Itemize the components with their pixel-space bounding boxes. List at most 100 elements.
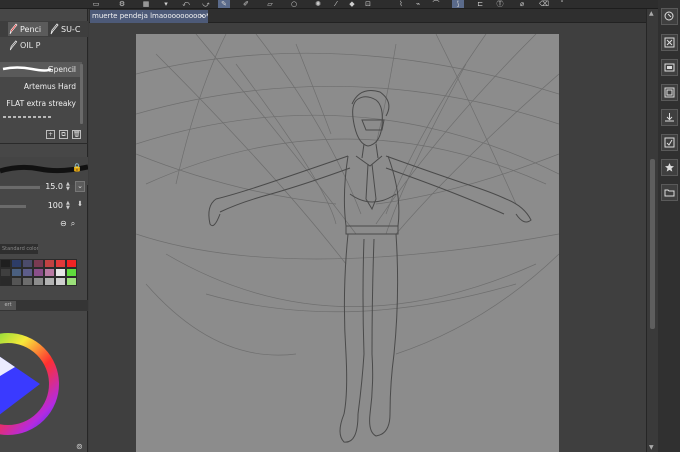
color-swatch[interactable] (44, 268, 55, 277)
eraser-icon[interactable]: ▱ (264, 0, 276, 8)
color-swatch[interactable] (0, 268, 11, 277)
sub-tool-group-label: OIL P (20, 40, 41, 50)
brush-label: Artemus Hard (23, 82, 76, 91)
blend-icon[interactable]: ⌀ (516, 0, 528, 8)
opacity-slider[interactable] (0, 205, 26, 208)
color-wheel[interactable] (0, 312, 88, 452)
opacity-row: 100 ▲ ▼ ⬇ (0, 200, 88, 213)
navigator-icon[interactable] (661, 8, 678, 25)
tab-su[interactable]: SU-C (49, 22, 87, 36)
brush-size-value[interactable]: 15.0 (45, 182, 63, 191)
drawing-canvas[interactable] (136, 34, 559, 452)
brush-label: FLAT extra streaky (6, 99, 76, 108)
color-swatch[interactable] (66, 277, 77, 286)
scroll-down-icon[interactable]: ▼ (649, 444, 654, 451)
opacity-spinner[interactable]: ▲ ▼ (66, 201, 72, 211)
close-icon[interactable]: × (199, 10, 205, 23)
select-icon[interactable]: ⌁ (412, 0, 424, 8)
brush-item-partial[interactable] (0, 113, 82, 121)
folder-icon[interactable] (661, 184, 678, 201)
layer-property-icon[interactable] (661, 59, 678, 76)
sub-tool-tabs: Penci SU-C (0, 21, 88, 37)
document-tab-title: muerte pendeja lmaoooooooooo* (92, 12, 208, 20)
lock-icon[interactable]: 🔒 (72, 163, 82, 172)
color-swatch[interactable] (66, 268, 77, 277)
sketch-drawing (136, 34, 559, 443)
transform-icon[interactable]: ⌒ (430, 0, 442, 8)
brush-size-spinner[interactable]: ▲ ▼ (66, 182, 72, 192)
brush-size-slider[interactable] (0, 186, 40, 189)
saturation-triangle (0, 356, 40, 415)
brush-mode-icon[interactable]: ✐ (240, 0, 252, 8)
search-icon[interactable]: ⌕ (71, 219, 75, 231)
chevron-down-icon[interactable]: ˅ (556, 0, 568, 8)
settings-icon[interactable]: ⚙ (116, 0, 128, 8)
document-tab-strip: muerte pendeja lmaoooooooooo* × (89, 9, 646, 23)
tab-pencil[interactable]: Penci (8, 22, 48, 36)
circle-tool-icon[interactable]: ○ (288, 0, 300, 8)
text-icon[interactable]: Ⓣ (494, 0, 506, 8)
color-swatch[interactable] (11, 259, 22, 268)
color-swatch[interactable] (55, 277, 66, 286)
scroll-thumb[interactable] (650, 159, 655, 329)
fill-icon[interactable]: ◆ (346, 0, 358, 8)
frame-icon[interactable]: ⊡ (362, 0, 374, 8)
grid-icon[interactable]: ▦ (140, 0, 152, 8)
brush-item-gpencil[interactable]: Gpencil (0, 62, 82, 77)
reset-icon[interactable]: ⊖ (60, 219, 67, 231)
eraser-alt-icon[interactable]: ⌫ (538, 0, 550, 8)
material-icon[interactable] (661, 134, 678, 151)
size-dropdown-button[interactable]: ⌄ (75, 181, 85, 192)
lasso-icon[interactable]: ⌇ (395, 0, 407, 8)
pen-tool-icon (50, 23, 59, 35)
dropdown-icon[interactable]: ▾ (160, 0, 172, 8)
color-swatch[interactable] (22, 277, 33, 286)
color-swatch[interactable] (55, 259, 66, 268)
redo-icon[interactable]: ⤻ (200, 0, 212, 8)
color-swatch[interactable] (11, 277, 22, 286)
canvas-area[interactable] (89, 23, 646, 452)
brush-item-flat[interactable]: FLAT extra streaky (0, 96, 82, 111)
opacity-value[interactable]: 100 (48, 201, 63, 210)
loading-icon[interactable]: ✺ (312, 0, 324, 8)
line-icon[interactable]: ⁄ (330, 0, 342, 8)
scroll-up-icon[interactable]: ▲ (649, 10, 654, 17)
color-swatch[interactable] (33, 277, 44, 286)
document-tab[interactable]: muerte pendeja lmaoooooooooo* × (90, 10, 208, 23)
camera-icon[interactable]: ▭ (90, 0, 102, 8)
tab-color-wheel[interactable]: ert (0, 301, 16, 310)
color-swatch[interactable] (11, 268, 22, 277)
sub-tool-group[interactable]: OIL P (8, 39, 78, 51)
pencil-tool-icon (9, 23, 18, 35)
brush-item-artemus[interactable]: Artemus Hard (0, 79, 82, 94)
color-swatch[interactable] (22, 268, 33, 277)
color-swatch[interactable] (55, 268, 66, 277)
pen-mode-icon[interactable]: ✎ (218, 0, 230, 8)
color-swatch[interactable] (33, 268, 44, 277)
color-swatch[interactable] (33, 259, 44, 268)
brush-list-scrollbar[interactable] (80, 64, 83, 124)
stabilizer-icon[interactable]: ⟆ (452, 0, 464, 8)
opacity-drop-icon[interactable]: ⬇ (75, 200, 85, 211)
color-swatch[interactable] (0, 277, 11, 286)
close-panel-icon[interactable] (661, 34, 678, 51)
add-icon[interactable]: + (46, 130, 55, 139)
color-swatch[interactable] (66, 259, 77, 268)
brush-size-row: 15.0 ▲ ▼ ⌄ (0, 181, 88, 194)
layer-icon[interactable] (661, 84, 678, 101)
brush-label: Gpencil (47, 65, 76, 74)
sub-tool-panel: Penci SU-C OIL P Gpencil Artemus Hard FL… (0, 9, 89, 452)
undo-icon[interactable]: ⤺ (180, 0, 192, 8)
color-swatch[interactable] (44, 277, 55, 286)
color-history-icon[interactable]: ⊚ (76, 442, 83, 451)
canvas-vertical-scrollbar[interactable]: ▲ ▼ (646, 9, 658, 452)
download-material-icon[interactable] (661, 109, 678, 126)
color-swatch[interactable] (22, 259, 33, 268)
duplicate-icon[interactable]: ⧉ (59, 130, 68, 139)
shape-icon[interactable]: ⊏ (474, 0, 486, 8)
color-swatch[interactable] (44, 259, 55, 268)
color-swatch[interactable] (0, 259, 11, 268)
favorite-icon[interactable] (661, 159, 678, 176)
trash-icon[interactable]: 🗑 (72, 130, 81, 139)
hue-ring[interactable] (0, 312, 88, 452)
